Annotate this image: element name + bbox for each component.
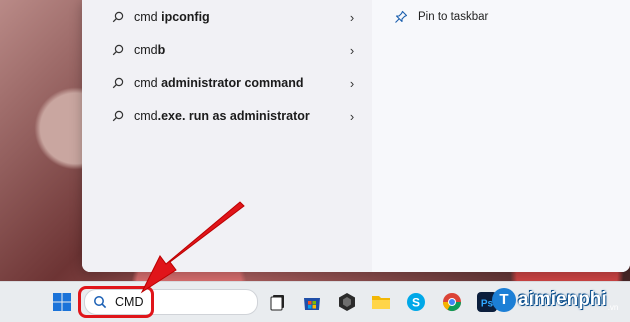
suggestion-item[interactable]: cmd.exe. run as administrator › bbox=[112, 102, 358, 130]
suggestion-text: cmd ipconfig bbox=[134, 10, 210, 24]
svg-text:S: S bbox=[412, 296, 420, 310]
pin-icon bbox=[395, 10, 408, 23]
windows-start-icon[interactable] bbox=[52, 292, 72, 312]
suggestion-item[interactable]: cmdb › bbox=[112, 36, 358, 64]
search-icon bbox=[112, 110, 124, 122]
search-icon bbox=[112, 77, 124, 89]
search-icon bbox=[112, 11, 124, 23]
search-icon bbox=[112, 44, 124, 56]
chevron-right-icon[interactable]: › bbox=[346, 76, 358, 91]
suggestion-text: cmdb bbox=[134, 43, 166, 57]
suggestion-text: cmd administrator command bbox=[134, 76, 304, 90]
chrome-icon[interactable] bbox=[441, 291, 463, 313]
suggestion-item[interactable]: cmd administrator command › bbox=[112, 69, 358, 97]
chevron-right-icon[interactable]: › bbox=[346, 109, 358, 124]
chevron-right-icon[interactable]: › bbox=[346, 10, 358, 25]
chevron-right-icon[interactable]: › bbox=[346, 43, 358, 58]
red-arrow-annotation bbox=[140, 201, 245, 294]
pin-to-taskbar-label: Pin to taskbar bbox=[418, 11, 489, 23]
suggestion-item[interactable]: cmd ipconfig › bbox=[112, 3, 358, 31]
skype-icon[interactable]: S bbox=[405, 291, 427, 313]
app-actions-pane: Pin to taskbar bbox=[372, 0, 630, 272]
microsoft-store-icon[interactable] bbox=[301, 291, 323, 313]
pin-to-taskbar-action[interactable]: Pin to taskbar bbox=[394, 10, 488, 24]
app-icon[interactable] bbox=[336, 291, 358, 313]
watermark-logo: T aimienphi .vn bbox=[492, 283, 618, 317]
brand-suffix: .vn bbox=[607, 303, 619, 312]
brand-name: aimienphi bbox=[518, 289, 607, 310]
task-view-icon[interactable] bbox=[268, 291, 290, 313]
file-explorer-icon[interactable] bbox=[370, 291, 392, 313]
brand-logo-icon: T bbox=[492, 288, 516, 312]
suggestion-text: cmd.exe. run as administrator bbox=[134, 109, 310, 123]
